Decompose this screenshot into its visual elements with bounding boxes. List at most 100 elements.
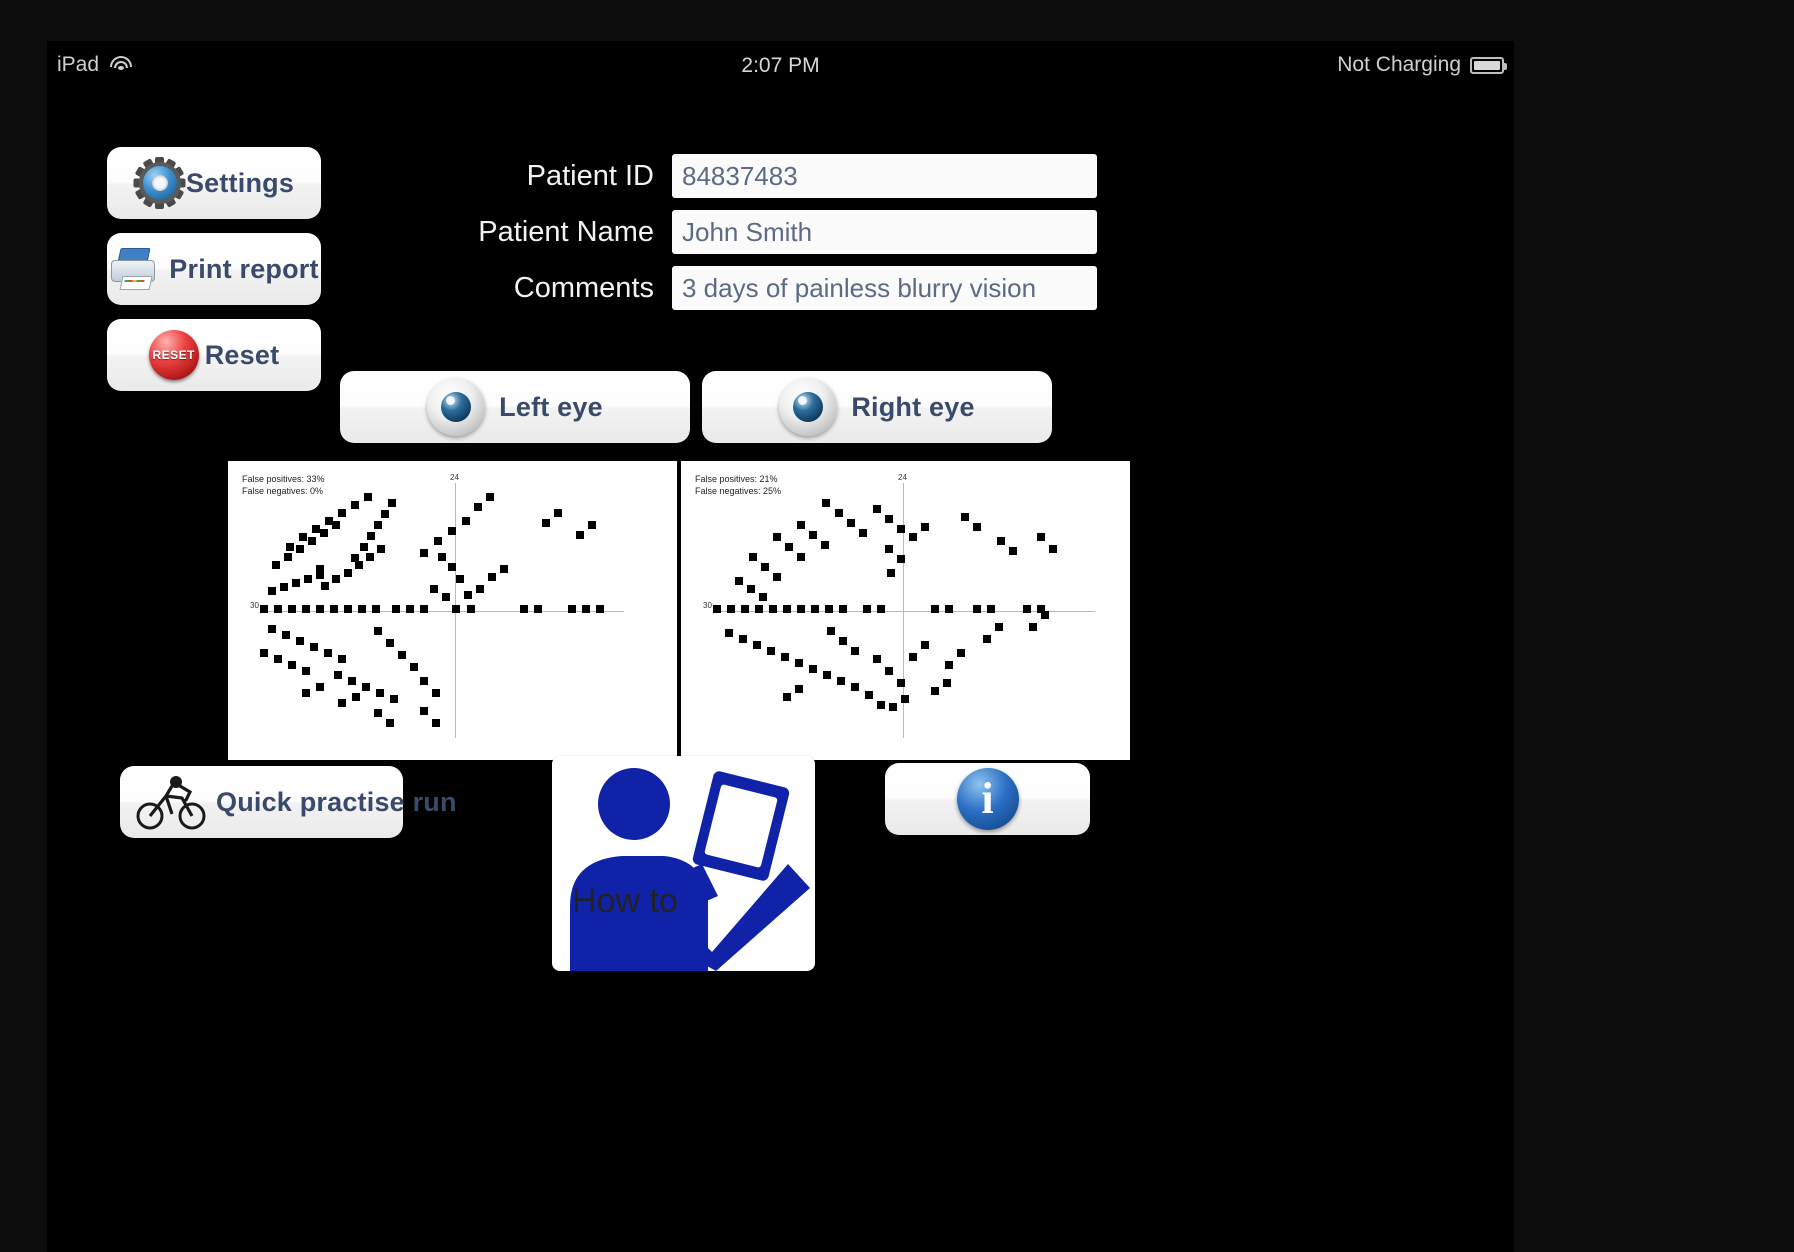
scatter-point: [348, 677, 356, 685]
scatter-point: [588, 521, 596, 529]
scatter-point: [312, 525, 320, 533]
scatter-point: [338, 655, 346, 663]
left-chart-stats: False positives: 33% False negatives: 0%: [242, 473, 325, 497]
left-chart-horizontal-tick: 30: [250, 601, 259, 610]
comments-row: Comments: [447, 266, 1097, 310]
scatter-point: [332, 575, 340, 583]
scatter-point: [434, 537, 442, 545]
left-false-negatives: False negatives: 0%: [242, 486, 324, 497]
scatter-point: [338, 509, 346, 517]
comments-label: Comments: [513, 271, 654, 304]
settings-button[interactable]: Settings: [107, 147, 321, 219]
battery-status-label: Not Charging: [1337, 53, 1461, 76]
right-eye-button[interactable]: Right eye: [702, 371, 1052, 443]
scatter-point: [420, 605, 428, 613]
scatter-point: [302, 605, 310, 613]
scatter-point: [873, 505, 881, 513]
scatter-point: [392, 605, 400, 613]
scatter-point: [332, 521, 340, 529]
status-bar-clock: 2:07 PM: [741, 54, 820, 77]
scatter-point: [961, 513, 969, 521]
scatter-point: [739, 635, 747, 643]
scatter-point: [374, 627, 382, 635]
scatter-point: [364, 493, 372, 501]
quick-practise-run-label: Quick practise run: [216, 786, 457, 817]
how-to-button[interactable]: How to: [552, 756, 815, 971]
scatter-point: [749, 553, 757, 561]
reset-icon: RESET: [148, 330, 199, 380]
scatter-point: [316, 605, 324, 613]
scatter-point: [554, 509, 562, 517]
scatter-point: [274, 605, 282, 613]
scatter-point: [851, 683, 859, 691]
right-chart-horizontal-tick: 30: [703, 601, 712, 610]
scatter-point: [442, 593, 450, 601]
scatter-point: [362, 683, 370, 691]
scatter-point: [260, 649, 268, 657]
scatter-point: [877, 701, 885, 709]
patient-id-input[interactable]: [672, 154, 1097, 198]
scatter-point: [909, 653, 917, 661]
ipad-screen: iPad 2:07 PM Not Charging Settings Print…: [47, 41, 1514, 1252]
scatter-point: [839, 605, 847, 613]
scatter-point: [797, 553, 805, 561]
scatter-point: [921, 641, 929, 649]
scatter-point: [406, 605, 414, 613]
scatter-point: [286, 543, 294, 551]
scatter-point: [1041, 611, 1049, 619]
reset-button[interactable]: RESET Reset: [107, 319, 321, 391]
scatter-point: [500, 565, 508, 573]
scatter-point: [260, 605, 268, 613]
right-eye-visual-field-chart[interactable]: False positives: 21% False negatives: 25…: [681, 461, 1130, 760]
scatter-point: [877, 605, 885, 613]
left-eye-button[interactable]: Left eye: [340, 371, 690, 443]
scatter-point: [358, 605, 366, 613]
scatter-point: [827, 627, 835, 635]
scatter-point: [430, 585, 438, 593]
scatter-point: [837, 677, 845, 685]
scatter-point: [897, 679, 905, 687]
scatter-point: [448, 563, 456, 571]
scatter-point: [282, 631, 290, 639]
scatter-point: [272, 561, 280, 569]
patient-name-input[interactable]: [672, 210, 1097, 254]
patient-id-label: Patient ID: [526, 159, 654, 192]
status-bar-right: Not Charging: [1337, 53, 1507, 77]
scatter-point: [316, 571, 324, 579]
scatter-point: [851, 647, 859, 655]
scatter-point: [1049, 545, 1057, 553]
scatter-point: [310, 643, 318, 651]
scatter-point: [304, 575, 312, 583]
scatter-point: [381, 510, 389, 518]
scatter-point: [410, 663, 418, 671]
scatter-point: [873, 655, 881, 663]
scatter-point: [268, 625, 276, 633]
scatter-point: [299, 533, 307, 541]
scatter-point: [995, 623, 1003, 631]
scatter-point: [753, 641, 761, 649]
scatter-point: [885, 515, 893, 523]
scatter-point: [973, 605, 981, 613]
left-eye-visual-field-chart[interactable]: False positives: 33% False negatives: 0%…: [228, 461, 677, 760]
info-icon: i: [956, 768, 1019, 830]
scatter-point: [735, 577, 743, 585]
scatter-point: [280, 583, 288, 591]
scatter-point: [821, 541, 829, 549]
gear-icon: [133, 157, 186, 209]
scatter-point: [847, 519, 855, 527]
scatter-point: [302, 667, 310, 675]
scatter-point: [797, 521, 805, 529]
scatter-point: [324, 649, 332, 657]
scatter-point: [386, 639, 394, 647]
right-false-positives: False positives: 21%: [695, 474, 778, 484]
info-button[interactable]: i: [885, 763, 1090, 835]
scatter-point: [334, 671, 342, 679]
scatter-point: [596, 605, 604, 613]
print-report-button[interactable]: Print report: [107, 233, 321, 305]
quick-practise-run-button[interactable]: Quick practise run: [120, 766, 456, 838]
comments-input[interactable]: [672, 266, 1097, 310]
scatter-point: [795, 659, 803, 667]
scatter-point: [344, 569, 352, 577]
patient-name-label: Patient Name: [478, 215, 654, 248]
scatter-point: [372, 605, 380, 613]
